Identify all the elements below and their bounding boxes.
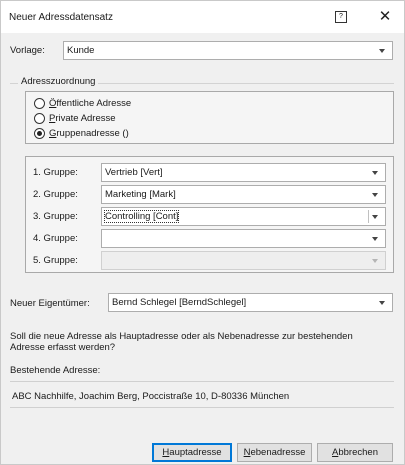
chevron-down-icon (372, 259, 378, 263)
eigentuemer-label: Neuer Eigentümer: (10, 298, 90, 309)
address-type-panel: Öffentliche Adresse Private Adresse Grup… (25, 91, 394, 144)
gruppe-2-value: Marketing [Mark] (105, 189, 176, 200)
window-title: Neuer Adressdatensatz (9, 12, 113, 23)
separator-bottom (10, 407, 394, 408)
radio-oeffentliche-label[interactable]: Öffentliche Adresse (49, 98, 131, 109)
gruppe-2-label: 2. Gruppe: (33, 189, 78, 200)
question-text-line1: Soll die neue Adresse als Hauptadresse o… (10, 331, 353, 342)
gruppe-2-select[interactable]: Marketing [Mark] (101, 185, 386, 204)
vorlage-select[interactable]: Kunde (63, 41, 393, 60)
dialog-window: Neuer Adressdatensatz ? ✕ Vorlage: Kunde… (0, 0, 405, 465)
close-icon[interactable]: ✕ (373, 6, 397, 28)
chevron-down-icon (372, 215, 378, 219)
abbrechen-button[interactable]: Abbrechen (317, 443, 393, 462)
eigentuemer-value: Bernd Schlegel [BerndSchlegel] (112, 297, 247, 308)
dropdown-divider (368, 210, 369, 223)
gruppe-1-label: 1. Gruppe: (33, 167, 78, 178)
radio-private-label[interactable]: Private Adresse (49, 113, 116, 124)
gruppe-1-value: Vertrieb [Vert] (105, 167, 163, 178)
gruppe-4-select[interactable] (101, 229, 386, 248)
chevron-down-icon (372, 193, 378, 197)
gruppe-3-label: 3. Gruppe: (33, 211, 78, 222)
gruppe-3-select[interactable]: Controlling [Cont] (101, 207, 386, 226)
question-text-line2: Adresse erfasst werden? (10, 342, 116, 353)
gruppen-panel: 1. Gruppe: Vertrieb [Vert] 2. Gruppe: Ma… (25, 156, 394, 273)
gruppe-5-label: 5. Gruppe: (33, 255, 78, 266)
nebenadresse-button[interactable]: Nebenadresse (237, 443, 312, 462)
radio-oeffentliche-adresse[interactable] (34, 98, 45, 109)
hauptadresse-button[interactable]: Hauptadresse (152, 443, 232, 462)
radio-gruppenadresse[interactable] (34, 128, 45, 139)
gruppe-4-label: 4. Gruppe: (33, 233, 78, 244)
adresszuordnung-title: Adresszuordnung (18, 76, 99, 87)
gruppe-1-select[interactable]: Vertrieb [Vert] (101, 163, 386, 182)
chevron-down-icon (372, 171, 378, 175)
gruppe-5-select (101, 251, 386, 270)
radio-private-adresse[interactable] (34, 113, 45, 124)
gruppe-3-value: Controlling [Cont] (103, 210, 180, 223)
separator-top (10, 381, 394, 382)
radio-selected-dot (37, 131, 42, 136)
vorlage-value: Kunde (67, 45, 95, 56)
radio-gruppenadresse-label[interactable]: Gruppenadresse () (49, 128, 129, 139)
chevron-down-icon (372, 237, 378, 241)
title-bar: Neuer Adressdatensatz ? ✕ (1, 1, 404, 33)
bestehende-adresse-label: Bestehende Adresse: (10, 365, 101, 376)
vorlage-label: Vorlage: (10, 45, 45, 56)
bestehende-adresse-value: ABC Nachhilfe, Joachim Berg, Poccistraße… (12, 391, 290, 402)
chevron-down-icon (379, 301, 385, 305)
help-icon[interactable]: ? (335, 11, 347, 23)
chevron-down-icon (379, 49, 385, 53)
eigentuemer-select[interactable]: Bernd Schlegel [BerndSchlegel] (108, 293, 393, 312)
